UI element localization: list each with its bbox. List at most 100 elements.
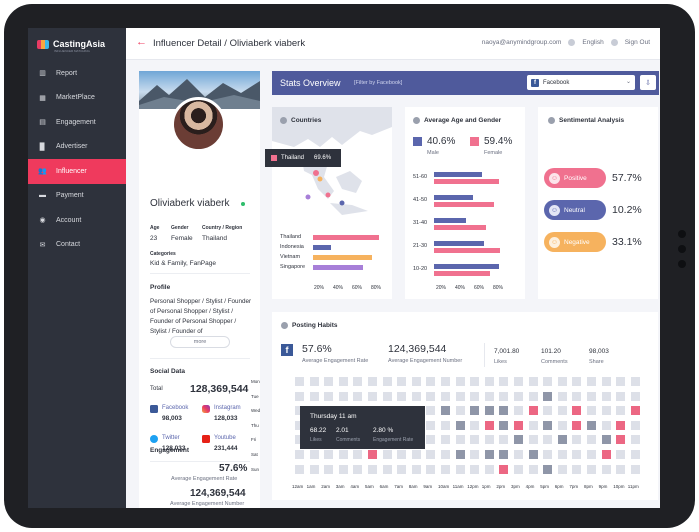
- heatmap-cell[interactable]: [382, 450, 392, 459]
- heatmap-cell[interactable]: [441, 406, 450, 416]
- heatmap-cell[interactable]: [616, 391, 626, 401]
- heatmap-cell[interactable]: [455, 464, 465, 474]
- heatmap-cell[interactable]: [426, 377, 436, 386]
- heatmap-cell[interactable]: [426, 406, 436, 416]
- heatmap-cell[interactable]: [470, 435, 480, 445]
- heatmap-cell[interactable]: [397, 464, 407, 474]
- heatmap-cell[interactable]: [455, 377, 465, 386]
- heatmap-cell[interactable]: [557, 406, 567, 416]
- heatmap-cell[interactable]: [572, 420, 582, 430]
- heatmap-cell[interactable]: [309, 377, 319, 386]
- heatmap-cell[interactable]: [514, 406, 523, 416]
- heatmap-cell[interactable]: [616, 435, 626, 445]
- heatmap-cell[interactable]: [411, 464, 421, 474]
- sidebar-item-report[interactable]: ▥ Report: [28, 61, 126, 86]
- heatmap-cell[interactable]: [587, 464, 596, 474]
- heatmap-cell[interactable]: [557, 464, 567, 474]
- sidebar-item-contact[interactable]: ✉ Contact: [28, 233, 126, 258]
- heatmap-cell[interactable]: [368, 464, 377, 474]
- heatmap-cell[interactable]: [601, 450, 611, 459]
- sidebar-item-marketplace[interactable]: ▦ MarketPlace: [28, 86, 126, 111]
- heatmap-cell[interactable]: [572, 464, 582, 474]
- heatmap-cell[interactable]: [484, 420, 494, 430]
- heatmap-cell[interactable]: [324, 450, 334, 459]
- heatmap-cell[interactable]: [411, 377, 421, 386]
- heatmap-cell[interactable]: [382, 377, 392, 386]
- heatmap-cell[interactable]: [353, 391, 363, 401]
- heatmap-cell[interactable]: [543, 391, 553, 401]
- heatmap-cell[interactable]: [557, 391, 567, 401]
- heatmap-cell[interactable]: [587, 420, 596, 430]
- heatmap-cell[interactable]: [557, 377, 567, 386]
- heatmap-cell[interactable]: [616, 377, 626, 386]
- heatmap-cell[interactable]: [338, 377, 348, 386]
- heatmap-cell[interactable]: [528, 435, 538, 445]
- heatmap-cell[interactable]: [528, 420, 538, 430]
- heatmap-cell[interactable]: [616, 420, 626, 430]
- heatmap-cell[interactable]: [543, 377, 553, 386]
- heatmap-cell[interactable]: [543, 406, 553, 416]
- heatmap-cell[interactable]: [324, 377, 334, 386]
- heatmap-cell[interactable]: [572, 391, 582, 401]
- heatmap-cell[interactable]: [455, 420, 465, 430]
- heatmap-cell[interactable]: [630, 464, 640, 474]
- heatmap-cell[interactable]: [455, 435, 465, 445]
- heatmap-cell[interactable]: [411, 450, 421, 459]
- sidebar-item-engagement[interactable]: ▤ Engagement: [28, 110, 126, 135]
- language-selector[interactable]: English: [582, 39, 603, 46]
- heatmap-cell[interactable]: [353, 464, 363, 474]
- heatmap-cell[interactable]: [470, 391, 480, 401]
- more-button[interactable]: more: [170, 336, 230, 348]
- heatmap-cell[interactable]: [382, 464, 392, 474]
- heatmap-cell[interactable]: [426, 420, 436, 430]
- sidebar-item-advertiser[interactable]: ▉ Advertiser: [28, 135, 126, 160]
- heatmap-cell[interactable]: [338, 450, 348, 459]
- heatmap-cell[interactable]: [397, 377, 407, 386]
- heatmap-cell[interactable]: [295, 464, 304, 474]
- heatmap-cell[interactable]: [499, 377, 509, 386]
- heatmap-cell[interactable]: [543, 435, 553, 445]
- heatmap-cell[interactable]: [528, 464, 538, 474]
- heatmap-cell[interactable]: [630, 406, 640, 416]
- heatmap-cell[interactable]: [499, 464, 509, 474]
- heatmap-cell[interactable]: [324, 464, 334, 474]
- heatmap-cell[interactable]: [630, 435, 640, 445]
- heatmap-cell[interactable]: [543, 450, 553, 459]
- heatmap-cell[interactable]: [309, 391, 319, 401]
- heatmap-cell[interactable]: [397, 391, 407, 401]
- heatmap-cell[interactable]: [470, 420, 480, 430]
- heatmap-cell[interactable]: [484, 406, 494, 416]
- sign-out-link[interactable]: Sign Out: [625, 39, 650, 46]
- heatmap-cell[interactable]: [441, 435, 450, 445]
- heatmap-cell[interactable]: [353, 450, 363, 459]
- heatmap-cell[interactable]: [630, 377, 640, 386]
- heatmap-cell[interactable]: [484, 450, 494, 459]
- heatmap-cell[interactable]: [470, 377, 480, 386]
- heatmap-cell[interactable]: [338, 391, 348, 401]
- heatmap-cell[interactable]: [324, 391, 334, 401]
- heatmap-cell[interactable]: [470, 450, 480, 459]
- heatmap-cell[interactable]: [499, 406, 509, 416]
- heatmap-cell[interactable]: [426, 464, 436, 474]
- heatmap-cell[interactable]: [514, 435, 523, 445]
- heatmap-cell[interactable]: [587, 406, 596, 416]
- sidebar-item-influencer[interactable]: 👥 Influencer: [28, 159, 126, 184]
- heatmap-cell[interactable]: [484, 435, 494, 445]
- heatmap-cell[interactable]: [543, 420, 553, 430]
- heatmap-cell[interactable]: [455, 391, 465, 401]
- heatmap-cell[interactable]: [616, 406, 626, 416]
- heatmap-cell[interactable]: [484, 377, 494, 386]
- heatmap-cell[interactable]: [455, 406, 465, 416]
- heatmap-cell[interactable]: [426, 435, 436, 445]
- heatmap-cell[interactable]: [455, 450, 465, 459]
- heatmap-cell[interactable]: [528, 377, 538, 386]
- heatmap-cell[interactable]: [528, 450, 538, 459]
- heatmap-cell[interactable]: [601, 391, 611, 401]
- heatmap-cell[interactable]: [295, 450, 304, 459]
- heatmap-cell[interactable]: [441, 391, 450, 401]
- heatmap-cell[interactable]: [514, 464, 523, 474]
- heatmap-cell[interactable]: [572, 377, 582, 386]
- heatmap-cell[interactable]: [470, 464, 480, 474]
- heatmap-cell[interactable]: [572, 435, 582, 445]
- heatmap-cell[interactable]: [426, 450, 436, 459]
